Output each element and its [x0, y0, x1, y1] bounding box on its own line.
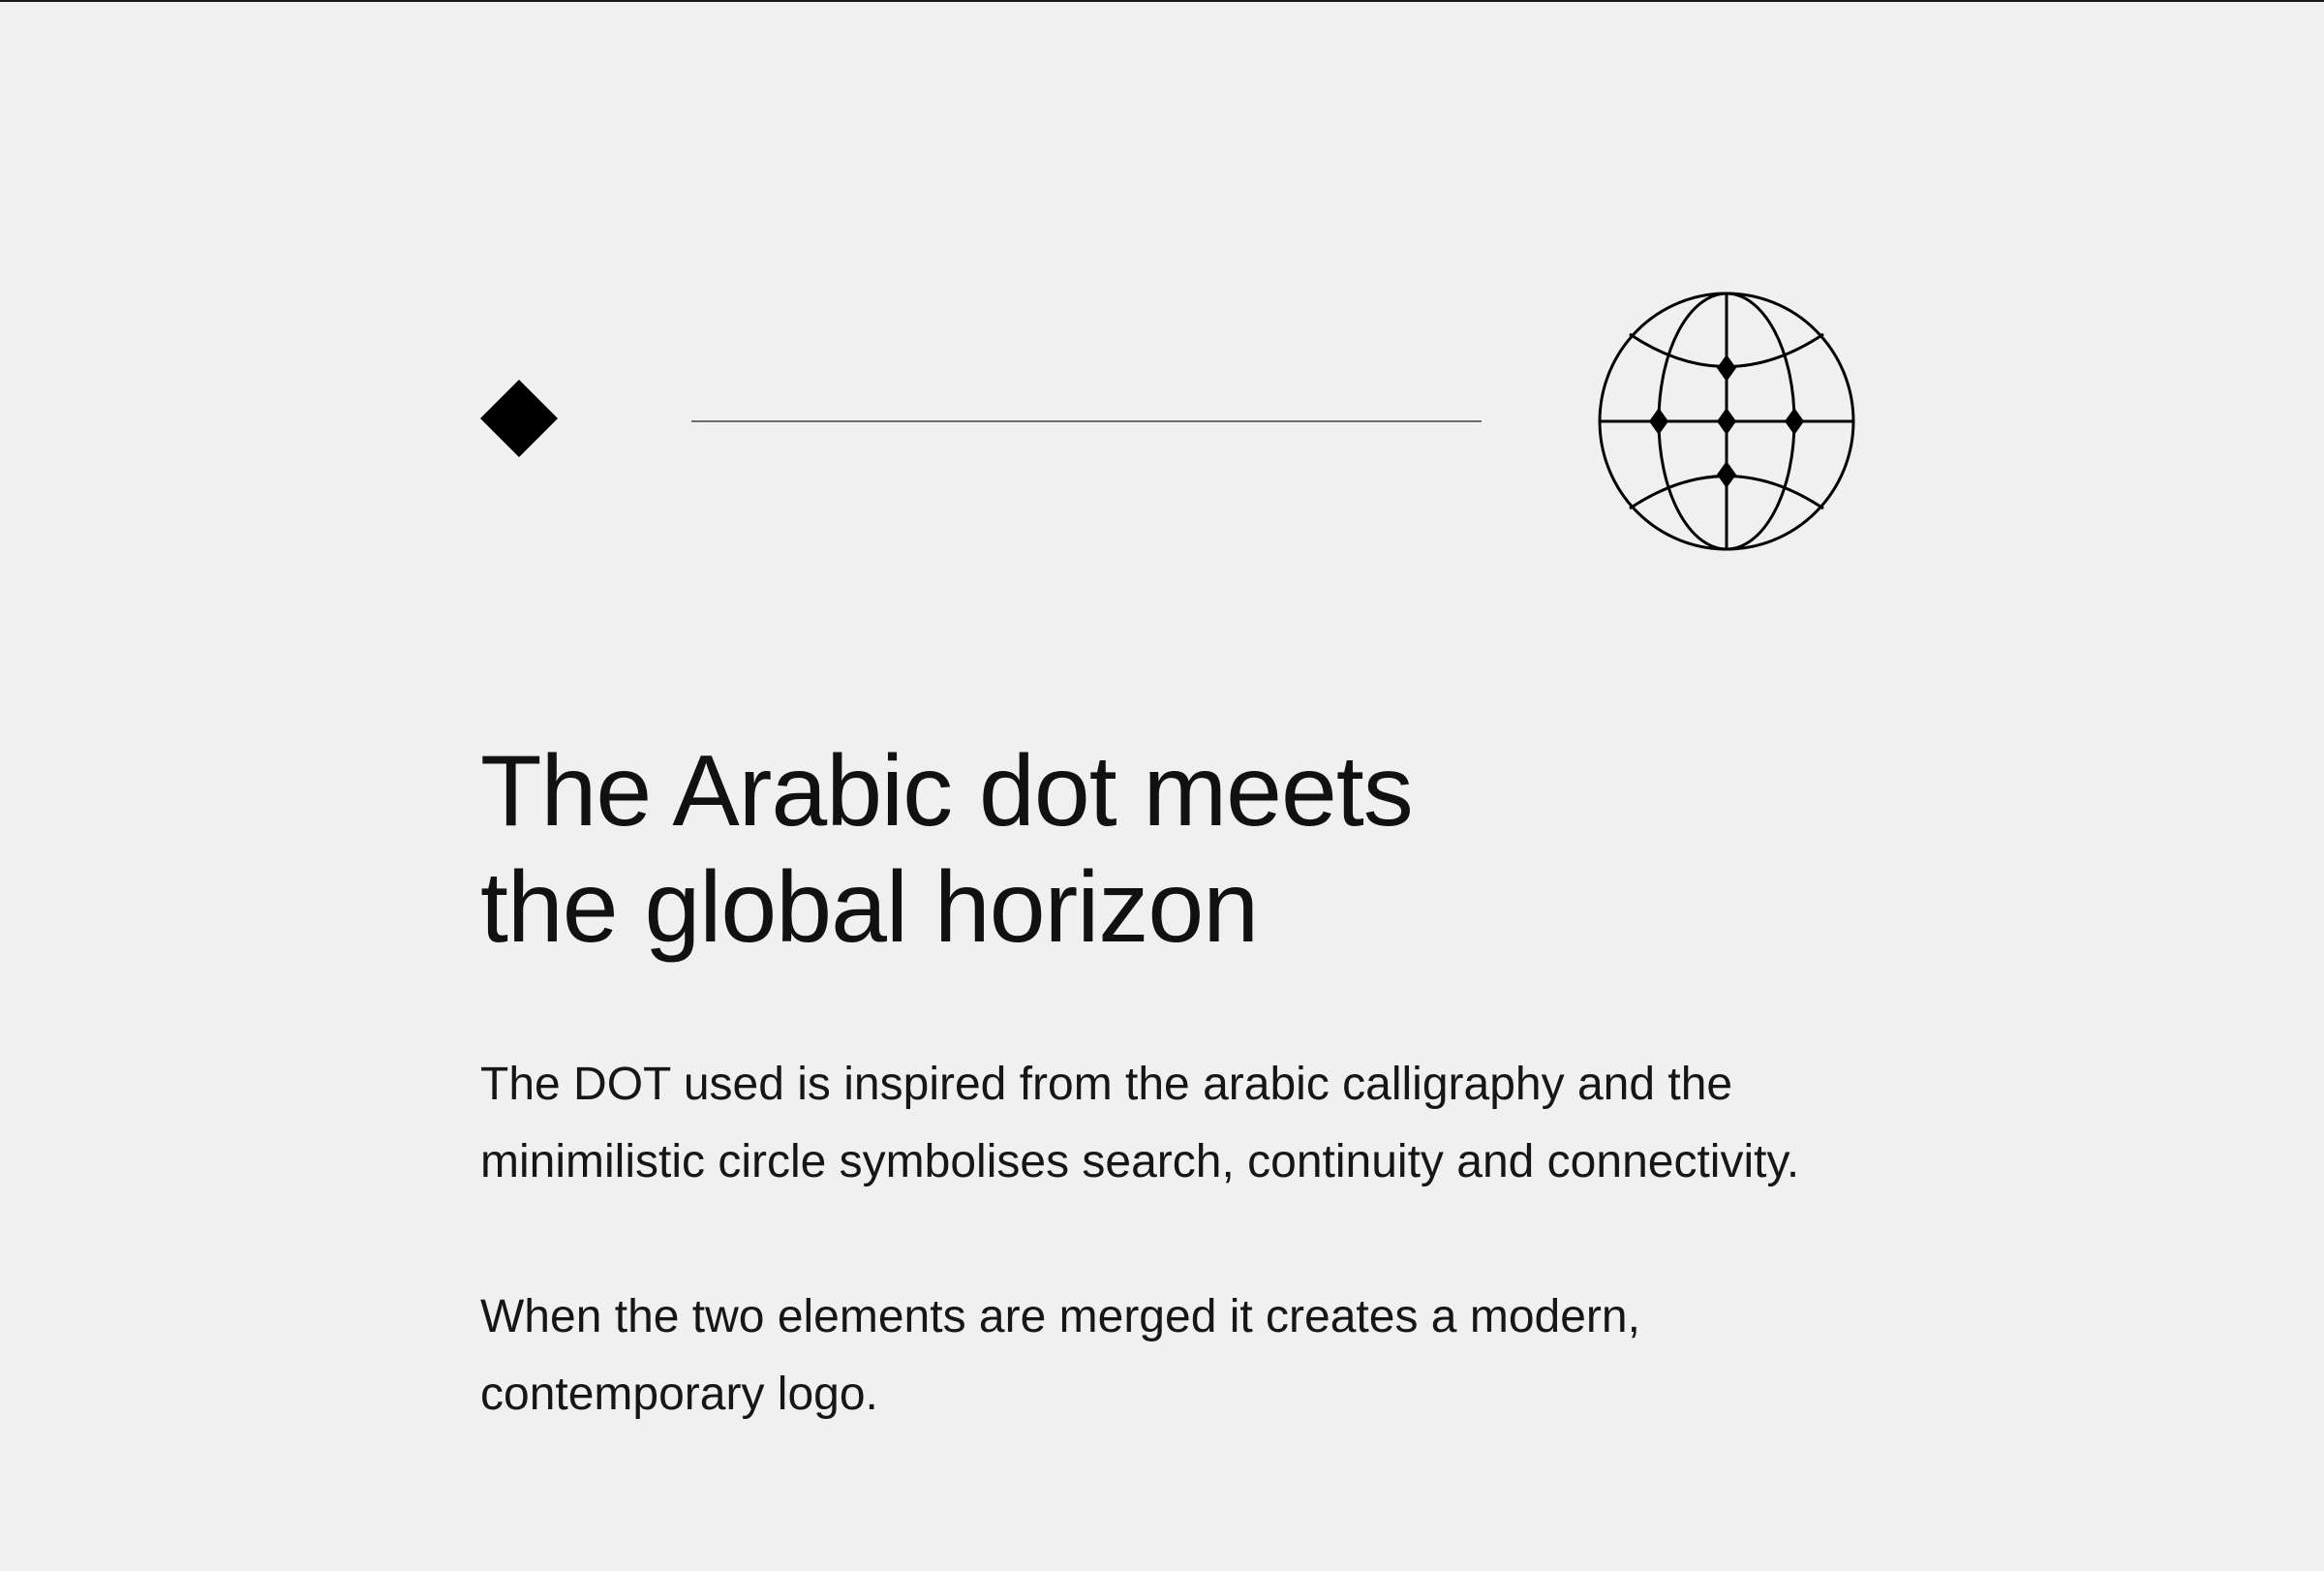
paragraph-2-line-1: When the two elements are merged it crea… [480, 1291, 1640, 1342]
paragraph-2-line-2: contemporary logo. [480, 1369, 878, 1420]
headline-line-1: The Arabic dot meets [480, 735, 1414, 847]
headline-line-2: the global horizon [480, 851, 1259, 964]
page-headline: The Arabic dot meets the global horizon [480, 733, 1933, 966]
paragraph-1-line-2: minimilistic circle symbolises search, c… [480, 1136, 1800, 1187]
paragraph-1-line-1: The DOT used is inspired from the arabic… [480, 1059, 1733, 1110]
diamond-dot-icon [480, 380, 558, 457]
description-paragraph-1: The DOT used is inspired from the arabic… [480, 1046, 2030, 1201]
globe-with-dots-icon [1598, 292, 1855, 551]
description-paragraph-2: When the two elements are merged it crea… [480, 1278, 2030, 1433]
logo-construction-row [0, 0, 2324, 581]
connector-line [691, 420, 1482, 422]
description: The DOT used is inspired from the arabic… [480, 1046, 2030, 1433]
